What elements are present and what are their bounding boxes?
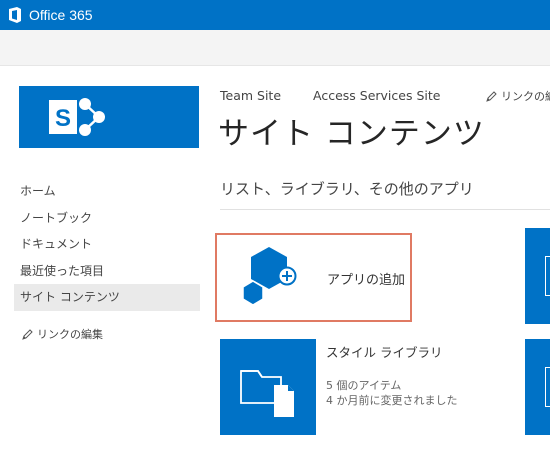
folder-document-icon [240,370,294,417]
top-nav: Team Site Access Services Site [220,88,468,103]
style-library-modified: 4 か月前に変更されました [326,394,458,407]
app-tile-partial[interactable] [525,339,550,435]
add-app-tile[interactable]: アプリの追加 [215,233,412,322]
suite-bar: Office 365 [0,0,550,30]
left-nav-item-recent[interactable]: 最近使った項目 [14,258,200,285]
office365-brand[interactable]: Office 365 [29,7,93,23]
edit-links-left[interactable]: リンクの編集 [22,326,103,342]
left-nav-item-site-contents[interactable]: サイト コンテンツ [14,284,200,311]
office-logo-icon[interactable] [6,6,24,24]
left-nav-item-notebook[interactable]: ノートブック [14,205,200,232]
sharepoint-logo[interactable]: S [19,86,199,148]
edit-links-top[interactable]: リンクの編 [486,88,550,104]
top-nav-item-team-site[interactable]: Team Site [220,88,281,103]
left-nav-item-documents[interactable]: ドキュメント [14,231,200,258]
top-nav-item-access-services-site[interactable]: Access Services Site [313,88,440,103]
pencil-icon [22,328,33,340]
ribbon-area [0,30,550,66]
section-title: リスト、ライブラリ、その他のアプリ [220,180,474,198]
style-library-tile[interactable] [220,339,316,435]
sharepoint-logo-icon: S [49,98,105,136]
style-library-item-count: 5 個のアイテム [326,379,402,392]
add-app-icon [242,247,297,306]
pencil-icon [486,90,497,102]
page-title: サイト コンテンツ [218,116,485,152]
section-divider [220,209,550,210]
left-nav-item-home[interactable]: ホーム [14,178,200,205]
svg-text:S: S [55,105,71,132]
add-app-label: アプリの追加 [327,273,406,288]
style-library-meta: 5 個のアイテム 4 か月前に変更されました [326,378,458,408]
style-library-name[interactable]: スタイル ライブラリ [326,342,442,361]
app-tile-partial[interactable] [525,228,550,324]
edit-links-left-label: リンクの編集 [37,328,103,341]
left-nav: ホーム ノートブック ドキュメント 最近使った項目 サイト コンテンツ [14,178,200,311]
edit-links-top-label: リンクの編 [501,90,550,103]
